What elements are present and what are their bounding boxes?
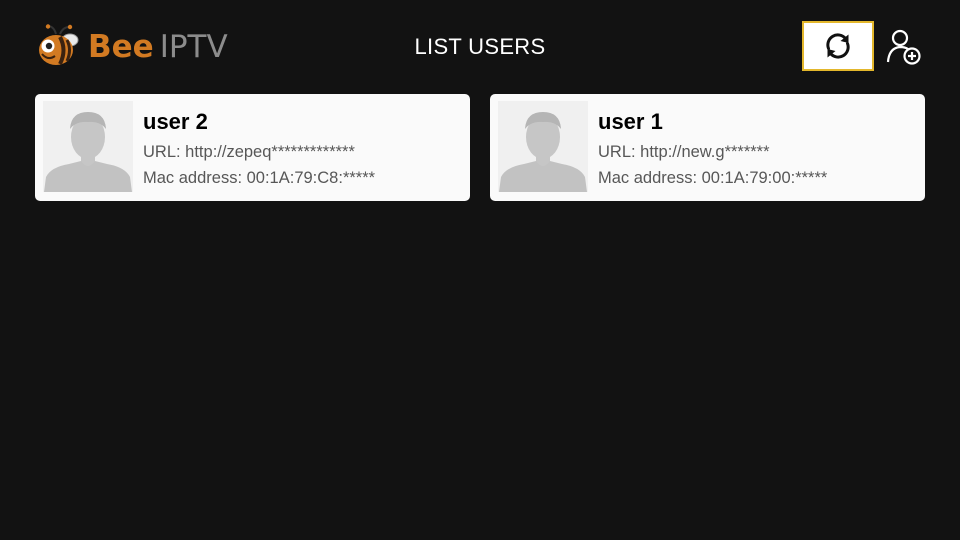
logo-brand: Bee: [88, 29, 154, 65]
user-card[interactable]: user 2 URL: http://zepeq************* Ma…: [35, 94, 470, 201]
logo-text: Bee IPTV: [88, 28, 228, 66]
user-name: user 2: [143, 109, 208, 134]
avatar: [43, 101, 133, 192]
avatar-placeholder-icon: [44, 112, 132, 192]
add-user-icon: [886, 29, 921, 65]
refresh-button[interactable]: [802, 21, 874, 71]
user-mac-address: Mac address: 00:1A:79:C8:*****: [143, 169, 376, 187]
page-title: LIST USERS: [414, 34, 546, 59]
user-url: URL: http://zepeq*************: [143, 143, 355, 161]
user-mac-address: Mac address: 00:1A:79:00:*****: [598, 169, 828, 187]
avatar: [498, 101, 588, 192]
user-card[interactable]: user 1 URL: http://new.g******* Mac addr…: [490, 94, 925, 201]
logo-product: IPTV: [159, 29, 228, 65]
list-users-screen: Bee IPTV LIST USERS user 2 URL: http://z…: [0, 0, 960, 540]
avatar-placeholder-icon: [499, 112, 587, 192]
bee-icon: [39, 24, 79, 65]
user-list: user 2 URL: http://zepeq************* Ma…: [35, 94, 925, 202]
app-logo: Bee IPTV: [36, 24, 228, 70]
user-name: user 1: [598, 109, 663, 134]
refresh-icon: [826, 33, 850, 59]
add-user-button[interactable]: [884, 27, 924, 67]
user-url: URL: http://new.g*******: [598, 143, 770, 161]
